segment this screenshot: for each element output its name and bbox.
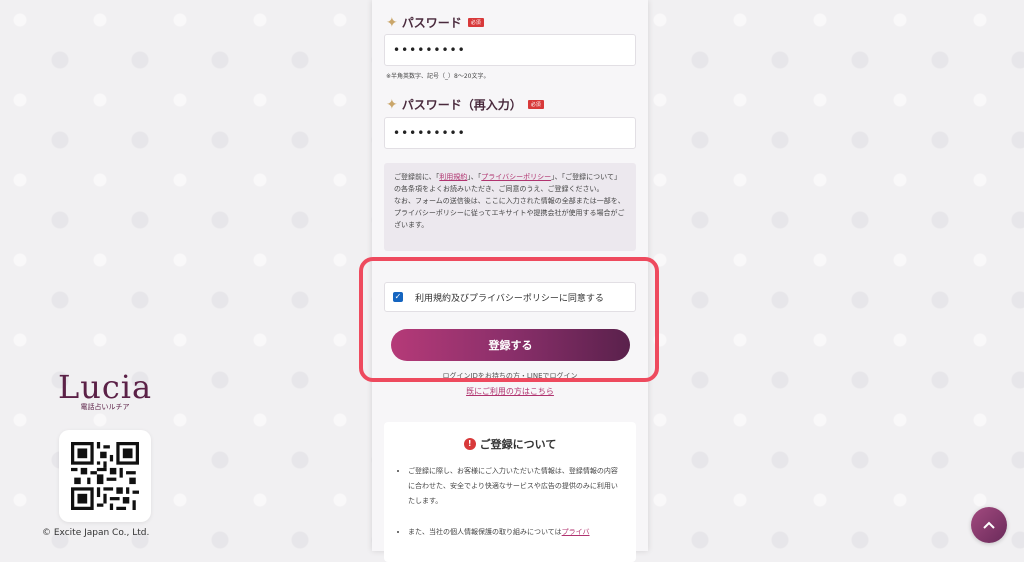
info-title-text: ご登録について	[479, 438, 557, 451]
chevron-up-icon	[983, 521, 995, 529]
privacy-link[interactable]: プライバシーポリシー	[481, 173, 551, 181]
qr-code	[59, 430, 151, 522]
password-input[interactable]	[384, 34, 636, 66]
registration-info-card: ! ご登録について ご登録に際し、お客様にご入力いただいた情報は、登録情報の内容…	[384, 422, 636, 562]
notice-text: ご登録前に、「	[394, 173, 440, 181]
list-item: ご登録に際し、お客様にご入力いただいた情報は、登録情報の内容に合わせた、安全でよ…	[408, 464, 624, 509]
password-label: ✦ パスワード 必須	[386, 14, 484, 31]
notice-text: 」、「	[467, 173, 482, 181]
password-hint: ※半角英数字、記号（_）8〜20文字。	[386, 73, 490, 80]
qr-code-icon	[71, 442, 139, 510]
list-item: また、当社の個人情報保護の取り組みについてはプライバ	[408, 525, 624, 540]
highlight-box	[359, 257, 659, 382]
required-badge: 必須	[467, 18, 484, 27]
sparkle-icon: ✦	[386, 14, 398, 31]
brand-area: Lucia 電話占いルチア	[40, 370, 170, 522]
list-item-text: ご登録に際し、お客様にご入力いただいた情報は、登録情報の内容に合わせた、安全でよ…	[408, 467, 618, 505]
copyright: © Excite Japan Co., Ltd.	[42, 528, 150, 538]
required-badge: 必須	[527, 100, 544, 109]
password-confirm-input[interactable]	[384, 117, 636, 149]
password-label-text: パスワード	[401, 16, 462, 30]
alert-icon: !	[463, 438, 476, 450]
existing-member-link[interactable]: 既にご利用の方はこちら	[372, 386, 648, 397]
password-confirm-label-text: パスワード（再入力）	[401, 98, 522, 112]
privacy-policy-link[interactable]: プライバ	[562, 528, 590, 536]
brand-logo: Lucia	[57, 368, 153, 406]
registration-notice: ご登録前に、「利用規約」、「プライバシーポリシー」、「ご登録について」の各条項を…	[384, 163, 636, 251]
password-confirm-label: ✦ パスワード（再入力） 必須	[386, 96, 544, 113]
info-title: ! ご登録について	[396, 436, 624, 452]
sparkle-icon: ✦	[386, 96, 398, 113]
info-list: ご登録に際し、お客様にご入力いただいた情報は、登録情報の内容に合わせた、安全でよ…	[396, 464, 624, 540]
terms-link[interactable]: 利用規約	[439, 173, 467, 181]
scroll-top-button[interactable]	[971, 507, 1007, 543]
notice-text: なお、フォームの送信後は、ここに入力された情報の全部または一部を、プライバシーポ…	[394, 197, 625, 229]
list-item-text: また、当社の個人情報保護の取り組みについては	[408, 528, 562, 536]
